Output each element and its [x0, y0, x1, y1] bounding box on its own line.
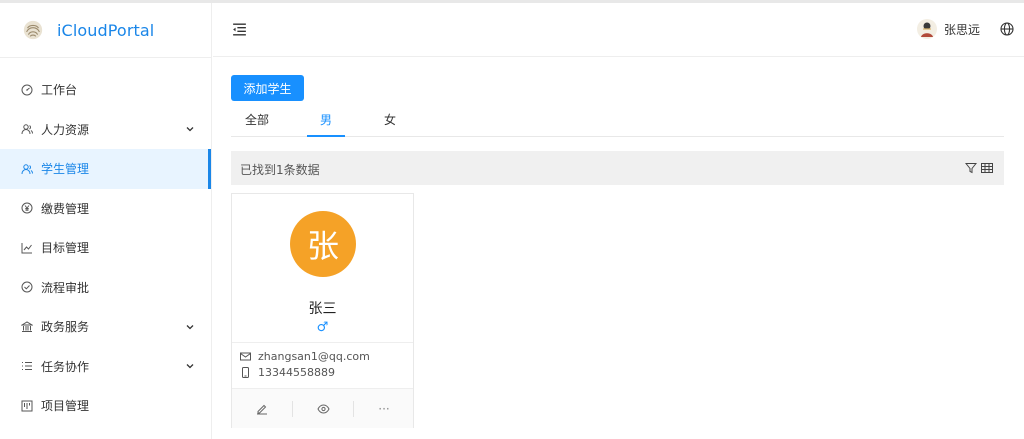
dashboard-icon: [20, 83, 33, 96]
sidebar-item-label: 目标管理: [41, 241, 90, 256]
top-header: 张思远: [213, 3, 1024, 57]
sidebar-item-tasks[interactable]: 任务协作: [0, 347, 211, 387]
bank-icon: [20, 320, 33, 333]
chevron-down-icon: [186, 127, 194, 132]
mail-icon: [240, 352, 251, 361]
sidebar: iCloudPortal 工作台 人力资源 学生管理 缴费管理 目标管理 流程审…: [0, 3, 212, 439]
sidebar-item-label: 人力资源: [41, 122, 90, 137]
users-icon: [20, 123, 33, 136]
check-circle-icon: [20, 281, 33, 294]
sidebar-item-approval[interactable]: 流程审批: [0, 268, 211, 308]
app-title: iCloudPortal: [57, 20, 155, 40]
tab-female[interactable]: 女: [383, 110, 397, 137]
sidebar-item-label: 学生管理: [41, 162, 90, 177]
sidebar-item-payments[interactable]: 缴费管理: [0, 189, 211, 229]
phone-row: 13344558889: [240, 366, 335, 379]
main-content: 添加学生 全部 男 女 已找到1条数据 张 张三 ♂ zhangsan1@qq.…: [213, 58, 1024, 439]
line-chart-icon: [20, 241, 33, 254]
menu-fold-icon[interactable]: [231, 21, 248, 38]
student-name: 张三: [308, 301, 337, 317]
sidebar-item-goals[interactable]: 目标管理: [0, 228, 211, 268]
divider: [353, 401, 354, 417]
eye-icon[interactable]: [316, 402, 330, 416]
student-email: zhangsan1@qq.com: [258, 350, 370, 363]
table-grid-icon[interactable]: [981, 162, 993, 174]
chevron-down-icon: [186, 364, 194, 369]
yen-circle-icon: [20, 202, 33, 215]
chevron-down-icon: [186, 324, 194, 330]
globe-icon[interactable]: [1000, 22, 1014, 36]
edit-icon[interactable]: [255, 402, 269, 416]
result-bar: 已找到1条数据: [231, 151, 1004, 185]
sidebar-item-workbench[interactable]: 工作台: [0, 70, 211, 110]
sidebar-item-label: 缴费管理: [41, 201, 90, 216]
sidebar-item-label: 项目管理: [41, 399, 90, 414]
tab-all[interactable]: 全部: [244, 110, 270, 137]
avatar: [916, 19, 937, 39]
divider: [292, 401, 293, 417]
sidebar-item-label: 工作台: [41, 83, 78, 98]
contact-info: zhangsan1@qq.com 13344558889: [232, 342, 413, 388]
email-row: zhangsan1@qq.com: [240, 350, 370, 363]
more-icon[interactable]: ···: [377, 402, 391, 416]
sidebar-item-hr[interactable]: 人力资源: [0, 110, 211, 150]
student-phone: 13344558889: [258, 366, 335, 379]
list-icon: [20, 360, 33, 373]
user-menu[interactable]: 张思远: [916, 19, 980, 39]
sidebar-item-students[interactable]: 学生管理: [0, 149, 211, 189]
male-icon: ♂: [316, 320, 329, 335]
sidebar-item-government[interactable]: 政务服务: [0, 307, 211, 347]
fingerprint-icon: [23, 20, 43, 40]
result-count: 已找到1条数据: [240, 163, 320, 177]
sidebar-item-label: 政务服务: [41, 320, 90, 335]
student-card[interactable]: 张 张三 ♂ zhangsan1@qq.com 13344558889 ···: [231, 193, 414, 428]
tab-male[interactable]: 男: [307, 110, 345, 137]
add-student-button[interactable]: 添加学生: [231, 75, 304, 101]
card-actions: ···: [232, 388, 413, 428]
users-icon: [20, 162, 33, 175]
sidebar-item-label: 流程审批: [41, 280, 90, 295]
sidebar-item-projects[interactable]: 项目管理: [0, 386, 211, 426]
logo[interactable]: iCloudPortal: [0, 3, 211, 58]
user-name: 张思远: [943, 22, 980, 37]
filter-icon[interactable]: [965, 162, 977, 174]
sidebar-item-label: 任务协作: [41, 359, 90, 374]
student-avatar: 张: [290, 211, 356, 277]
sidebar-menu: 工作台 人力资源 学生管理 缴费管理 目标管理 流程审批 政务服务 任务协作 项…: [0, 70, 211, 426]
project-icon: [20, 399, 33, 412]
mobile-icon: [242, 367, 249, 378]
gender-tabs: 全部 男 女: [231, 110, 1004, 137]
